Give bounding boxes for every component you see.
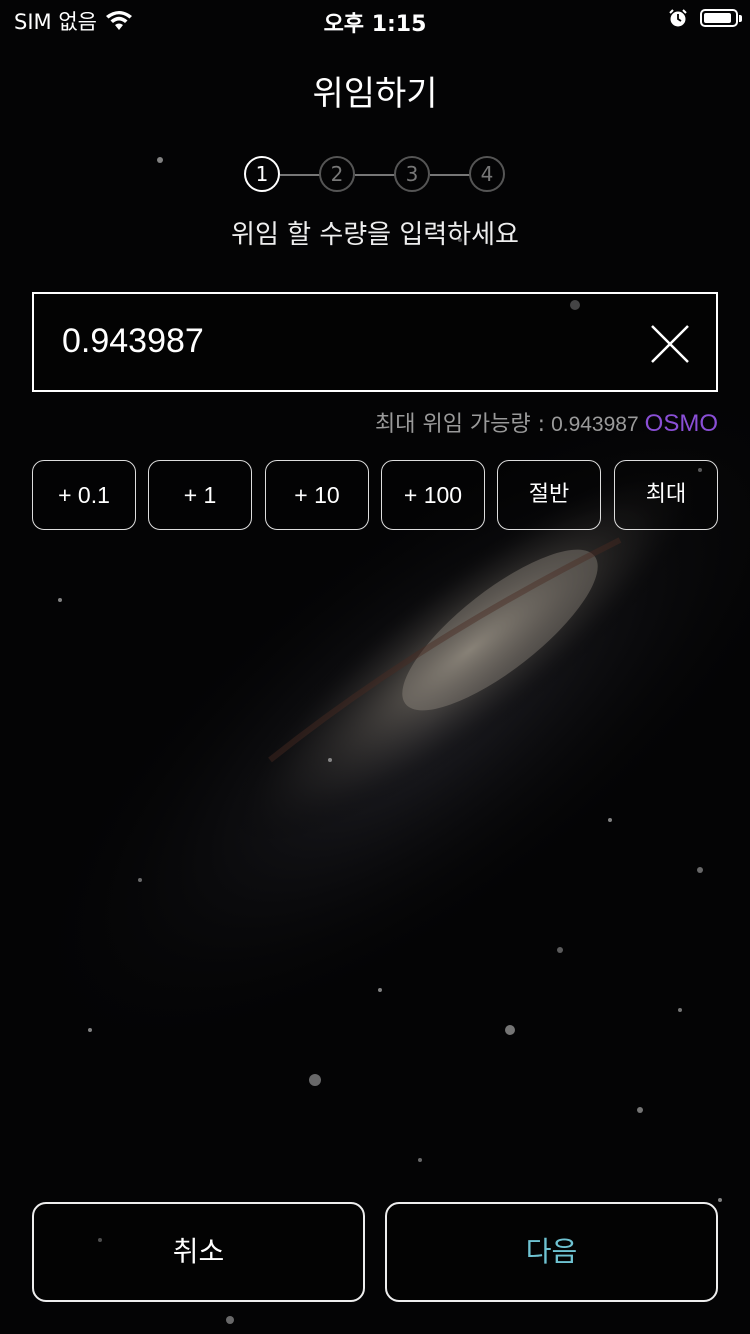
galaxy-background xyxy=(0,0,750,1334)
add-0.1-button[interactable]: + 0.1 xyxy=(32,460,136,530)
page-title: 위임하기 xyxy=(312,74,438,114)
close-icon[interactable] xyxy=(648,322,692,366)
status-time: 오후 1:15 xyxy=(323,12,427,37)
cancel-button[interactable]: 취소 xyxy=(32,1202,365,1302)
battery-icon xyxy=(700,9,742,27)
step-connector xyxy=(355,174,395,176)
battery-level xyxy=(704,13,731,23)
add-1-button[interactable]: + 1 xyxy=(148,460,252,530)
max-label: 최대 위임 가능량 : xyxy=(374,412,546,437)
max-delegation-info: 최대 위임 가능량 : 0.943987 OSMO xyxy=(375,406,718,438)
amount-input[interactable]: 0.943987 xyxy=(32,292,718,392)
step-2: 2 xyxy=(319,156,355,192)
max-button[interactable]: 최대 xyxy=(614,460,718,530)
amount-value[interactable]: 0.943987 xyxy=(62,322,204,361)
half-button[interactable]: 절반 xyxy=(497,460,601,530)
add-100-button[interactable]: + 100 xyxy=(381,460,485,530)
instruction-text: 위임 할 수량을 입력하세요 xyxy=(231,220,519,250)
step-1: 1 xyxy=(244,156,280,192)
next-button[interactable]: 다음 xyxy=(385,1202,718,1302)
alarm-icon xyxy=(669,9,687,27)
step-3: 3 xyxy=(394,156,430,192)
max-amount: 0.943987 xyxy=(551,413,639,436)
screen: SIM 없음 오후 1:15 위임하기 1 2 3 4 위임 할 수량을 입력하… xyxy=(0,0,750,1334)
step-4: 4 xyxy=(469,156,505,192)
status-right xyxy=(668,8,742,28)
step-connector xyxy=(280,174,320,176)
step-connector xyxy=(430,174,470,176)
token-unit: OSMO xyxy=(644,410,718,437)
status-bar: SIM 없음 오후 1:15 xyxy=(0,0,750,40)
add-10-button[interactable]: + 10 xyxy=(265,460,369,530)
quick-amount-buttons: + 0.1 + 1 + 10 + 100 절반 최대 xyxy=(32,460,718,530)
